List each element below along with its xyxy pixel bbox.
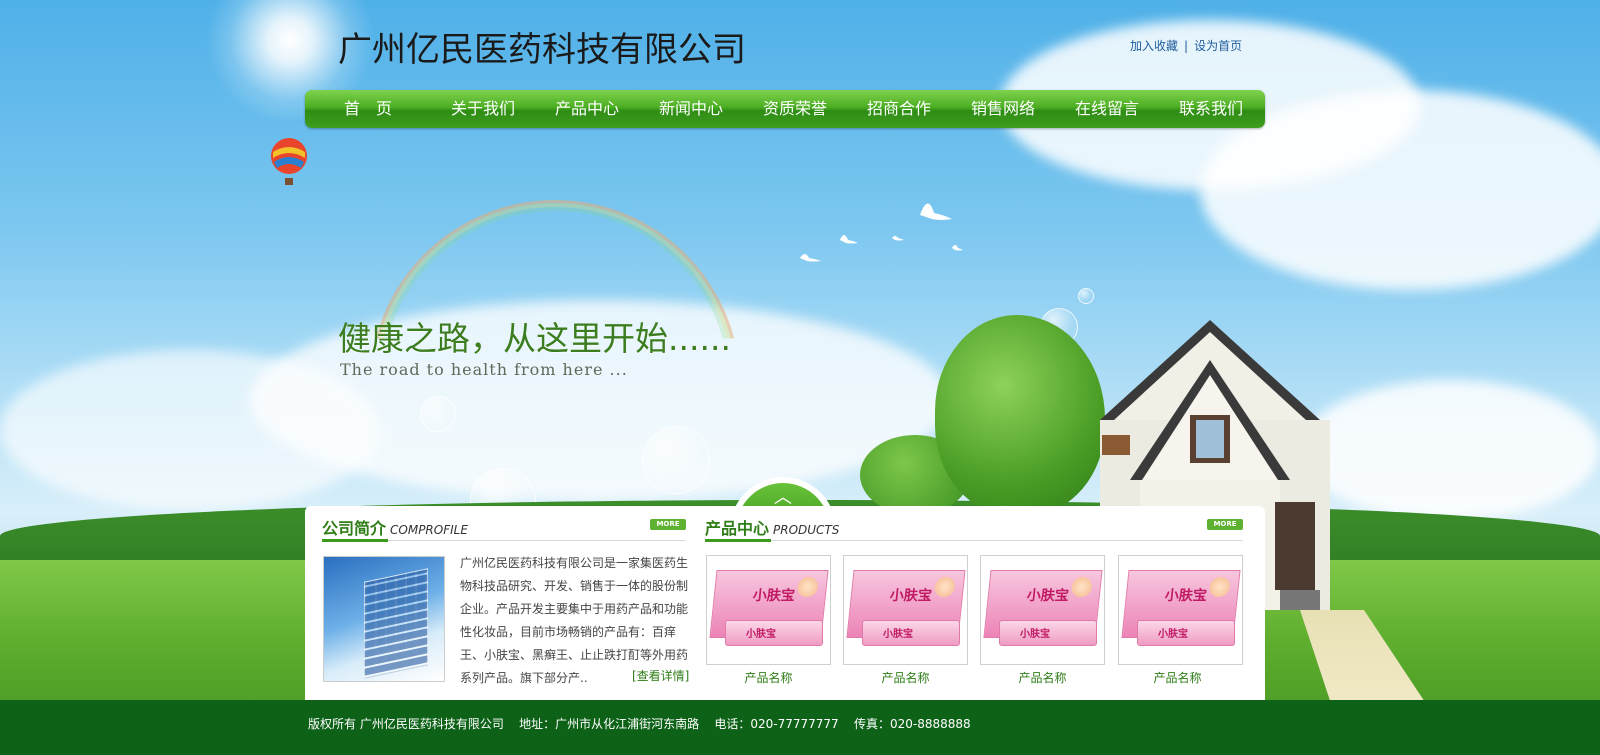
building-graphic	[364, 568, 428, 679]
product-brand: 小肤宝	[1158, 629, 1188, 640]
about-title: 公司简介	[322, 519, 387, 538]
link-separator: |	[1184, 39, 1189, 53]
product-tube-image: 小肤宝	[862, 620, 960, 646]
products-section-title: 产品中心 PRODUCTS	[705, 515, 839, 539]
nav-item-news[interactable]: 新闻中心	[639, 90, 743, 128]
hot-air-balloon	[271, 138, 307, 185]
footer-address: 地址：广州市从化江浦街河东南路	[519, 717, 700, 731]
product-brand: 小肤宝	[752, 588, 796, 604]
bubble	[420, 396, 456, 432]
banner-slogan: 健康之路，从这里开始......	[338, 319, 731, 358]
about-divider	[322, 539, 686, 542]
products-divider	[705, 539, 1243, 542]
product-name-link[interactable]: 产品名称	[980, 669, 1105, 686]
nav-item-honors[interactable]: 资质荣誉	[743, 90, 847, 128]
about-more-button[interactable]: MORE	[650, 519, 686, 530]
product-card[interactable]: 小肤宝 小肤宝	[1118, 555, 1243, 665]
product-brand: 小肤宝	[1164, 588, 1208, 604]
nav-item-products[interactable]: 产品中心	[535, 90, 639, 128]
footer-phone: 电话：020-77777777	[714, 717, 839, 731]
footer-fax: 传真：020-8888888	[853, 717, 971, 731]
product-tube-image: 小肤宝	[999, 620, 1097, 646]
cloud	[1300, 380, 1600, 520]
products-title: 产品中心	[705, 519, 770, 538]
nav-item-guestbook[interactable]: 在线留言	[1055, 90, 1159, 128]
main-nav: 首 页 关于我们 产品中心 新闻中心 资质荣誉 招商合作 销售网络 在线留言 联…	[305, 90, 1265, 128]
set-homepage-link[interactable]: 设为首页	[1194, 39, 1242, 53]
bubble	[1078, 288, 1094, 304]
product-card[interactable]: 小肤宝 小肤宝	[706, 555, 831, 665]
footer-copyright: 版权所有 广州亿民医药科技有限公司	[308, 717, 504, 731]
baby-face-icon	[1070, 577, 1093, 597]
about-section-title: 公司简介 COMPROFILE	[322, 515, 468, 539]
company-logo-title: 广州亿民医药科技有限公司	[338, 30, 746, 70]
nav-item-about[interactable]: 关于我们	[431, 90, 535, 128]
bubble	[642, 426, 710, 494]
product-name-link[interactable]: 产品名称	[1115, 669, 1240, 686]
product-tube-image: 小肤宝	[1137, 620, 1235, 646]
products-subtitle: PRODUCTS	[773, 523, 840, 537]
doves-illustration	[800, 203, 963, 262]
footer-info: 版权所有 广州亿民医药科技有限公司 地址：广州市从化江浦街河东南路 电话：020…	[308, 715, 971, 732]
baby-face-icon	[1208, 577, 1231, 597]
company-building-image	[323, 556, 445, 682]
product-brand: 小肤宝	[1026, 588, 1070, 604]
divider-accent	[322, 539, 388, 542]
top-links: 加入收藏 | 设为首页	[1130, 37, 1242, 54]
about-subtitle: COMPROFILE	[390, 523, 468, 537]
product-brand: 小肤宝	[889, 588, 933, 604]
product-name-link[interactable]: 产品名称	[706, 669, 831, 686]
products-more-button[interactable]: MORE	[1207, 519, 1243, 530]
nav-item-sales-network[interactable]: 销售网络	[951, 90, 1055, 128]
nav-item-contact[interactable]: 联系我们	[1159, 90, 1263, 128]
site-footer: 版权所有 广州亿民医药科技有限公司 地址：广州市从化江浦街河东南路 电话：020…	[0, 700, 1600, 755]
view-details-link[interactable]: [查看详情]	[632, 667, 689, 684]
divider-accent	[705, 539, 771, 542]
product-brand: 小肤宝	[1020, 629, 1050, 640]
banner-slogan-english: The road to health from here ...	[340, 360, 628, 379]
product-brand: 小肤宝	[746, 629, 776, 640]
nav-item-investment[interactable]: 招商合作	[847, 90, 951, 128]
product-tube-image: 小肤宝	[725, 620, 823, 646]
product-card[interactable]: 小肤宝 小肤宝	[843, 555, 968, 665]
cloud	[0, 350, 380, 510]
add-favorite-link[interactable]: 加入收藏	[1130, 39, 1178, 53]
product-card[interactable]: 小肤宝 小肤宝	[980, 555, 1105, 665]
product-brand: 小肤宝	[883, 629, 913, 640]
nav-item-home[interactable]: 首 页	[305, 90, 431, 128]
baby-face-icon	[933, 577, 956, 597]
product-name-link[interactable]: 产品名称	[843, 669, 968, 686]
baby-face-icon	[796, 577, 819, 597]
